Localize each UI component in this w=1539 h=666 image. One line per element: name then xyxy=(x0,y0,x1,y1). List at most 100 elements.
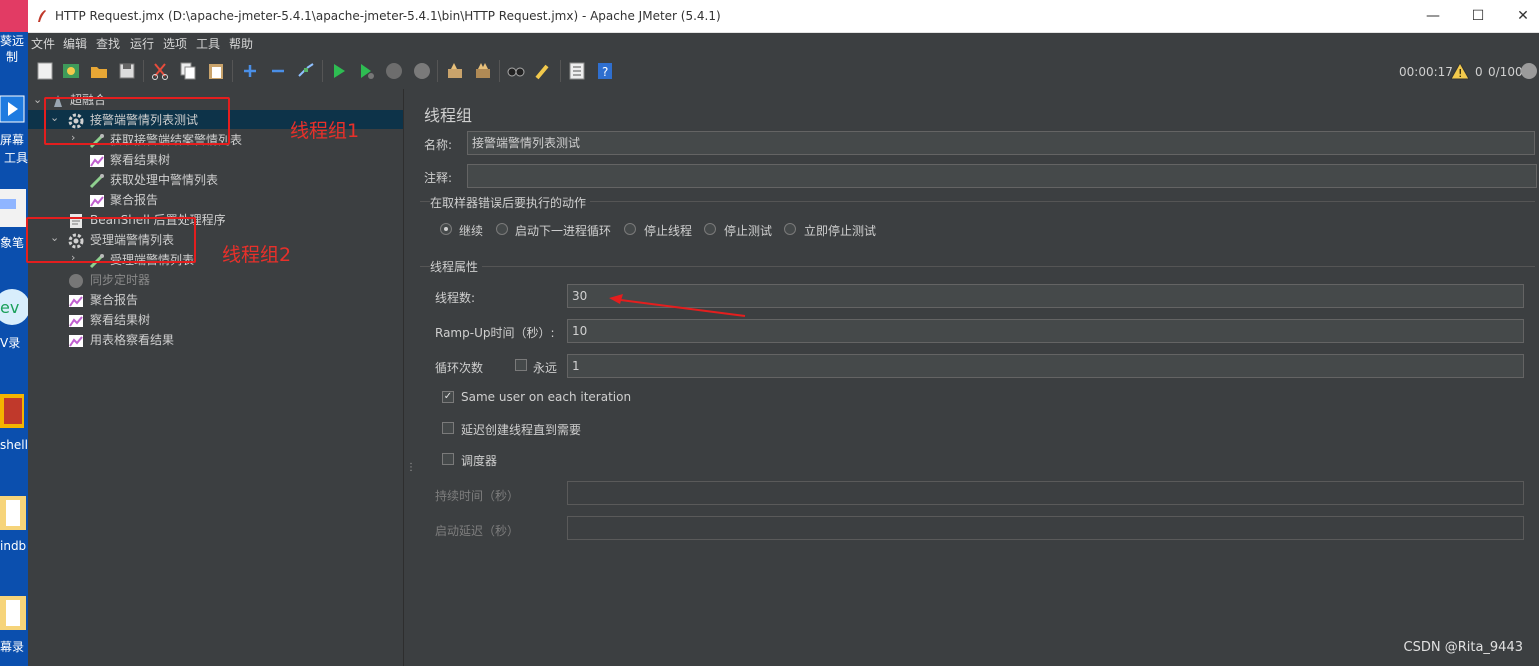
annotation-box xyxy=(44,97,230,145)
screen-recorder-icon[interactable] xyxy=(0,92,28,128)
menu-tools[interactable]: 工具 xyxy=(196,35,220,52)
loop-label: 循环次数 xyxy=(435,361,484,375)
help-icon[interactable]: ? xyxy=(595,61,615,81)
threads-label: 线程数: xyxy=(435,291,476,305)
expand-icon[interactable] xyxy=(240,61,260,81)
templates-icon[interactable] xyxy=(61,61,81,81)
tree-item-listener[interactable]: 用表格察看结果 xyxy=(90,330,174,350)
tree-item-timer[interactable]: 同步定时器 xyxy=(90,270,150,290)
pipette-icon xyxy=(89,173,104,189)
panel-title: 线程组 xyxy=(424,106,473,125)
tree-item-listener[interactable]: 聚合报告 xyxy=(90,290,138,310)
copy-icon[interactable] xyxy=(178,61,198,81)
toolbar-separator xyxy=(499,60,500,82)
duration-label: 持续时间（秒） xyxy=(435,489,520,503)
scheduler-checkbox[interactable] xyxy=(442,453,454,465)
annotation-box xyxy=(26,217,196,263)
close-button[interactable]: ✕ xyxy=(1500,0,1539,32)
comment-field[interactable] xyxy=(467,164,1537,188)
menu-edit[interactable]: 编辑 xyxy=(63,35,87,52)
stop-icon[interactable] xyxy=(384,61,404,81)
search-icon[interactable] xyxy=(506,61,526,81)
menu-file[interactable]: 文件 xyxy=(31,35,55,52)
folder-icon[interactable] xyxy=(0,490,28,536)
function-helper-icon[interactable] xyxy=(567,61,587,81)
desktop-label: 屏幕 xyxy=(0,133,25,147)
toolbar-separator xyxy=(437,60,438,82)
desktop-label: V录 xyxy=(0,336,21,350)
open-icon[interactable] xyxy=(89,61,109,81)
folder-icon[interactable] xyxy=(0,590,28,636)
xshell-icon[interactable] xyxy=(0,388,28,434)
timer-icon xyxy=(68,273,83,288)
desktop-label: 工具 xyxy=(4,151,28,165)
radio-stop-test[interactable] xyxy=(704,223,716,235)
name-label: 名称: xyxy=(424,138,453,152)
toolbar-separator xyxy=(560,60,561,82)
menu-help[interactable]: 帮助 xyxy=(229,35,253,52)
desktop-app-icon[interactable] xyxy=(0,0,28,32)
rampup-field[interactable]: 10 xyxy=(567,319,1524,343)
paste-icon[interactable] xyxy=(206,61,226,81)
tree-item-sampler[interactable]: 获取处理中警情列表 xyxy=(110,170,218,190)
desktop-label: indb xyxy=(0,539,27,553)
maximize-button[interactable]: ☐ xyxy=(1455,0,1501,32)
radio-start-next-loop[interactable] xyxy=(496,223,508,235)
delay-thread-label: 延迟创建线程直到需要 xyxy=(461,423,582,437)
start-no-pauses-icon[interactable] xyxy=(357,61,377,81)
desktop-label: 幕录 xyxy=(0,640,25,654)
same-user-label: Same user on each iteration xyxy=(461,390,632,404)
startup-delay-label: 启动延迟（秒） xyxy=(435,524,520,538)
tree-item-listener[interactable]: 察看结果树 xyxy=(110,150,170,170)
minimize-button[interactable]: — xyxy=(1410,0,1456,32)
desktop-label: 葵远 xyxy=(0,34,25,48)
cut-icon[interactable] xyxy=(150,61,170,81)
comment-label: 注释: xyxy=(424,171,453,185)
save-icon[interactable] xyxy=(117,61,137,81)
radio-stop-test-now[interactable] xyxy=(784,223,796,235)
collapse-icon[interactable] xyxy=(268,61,288,81)
menu-options[interactable]: 选项 xyxy=(163,35,187,52)
forever-checkbox[interactable] xyxy=(515,359,527,371)
ev-recorder-icon[interactable]: ev xyxy=(0,285,28,331)
toggle-icon[interactable] xyxy=(296,61,316,81)
radio-label: 启动下一进程循环 xyxy=(515,224,612,238)
window-title: HTTP Request.jmx (D:\apache-jmeter-5.4.1… xyxy=(55,9,721,23)
tree-item-listener[interactable]: 聚合报告 xyxy=(110,190,158,210)
tree-item-listener[interactable]: 察看结果树 xyxy=(90,310,150,330)
svg-text:ev: ev xyxy=(0,298,19,317)
warning-icon[interactable]: ! xyxy=(1450,61,1470,85)
radio-stop-thread[interactable] xyxy=(624,223,636,235)
note-app-icon[interactable] xyxy=(0,185,28,231)
same-user-checkbox[interactable]: ✓ xyxy=(442,391,454,403)
jmeter-feather-icon xyxy=(36,8,48,27)
startup-delay-field[interactable] xyxy=(567,516,1524,540)
clear-icon[interactable] xyxy=(445,61,465,81)
clear-all-icon[interactable] xyxy=(473,61,493,81)
duration-field[interactable] xyxy=(567,481,1524,505)
thread-count: 0/100 xyxy=(1488,65,1523,79)
loop-field[interactable]: 1 xyxy=(567,354,1524,378)
error-action-title: 在取样器错误后要执行的动作 xyxy=(430,194,591,211)
radio-label: 立即停止测试 xyxy=(804,224,877,238)
name-field[interactable]: 接警端警情列表测试 xyxy=(467,131,1535,155)
start-icon[interactable] xyxy=(329,61,349,81)
forever-label: 永远 xyxy=(533,361,558,375)
menu-run[interactable]: 运行 xyxy=(130,35,154,52)
menu-bar xyxy=(28,33,1539,53)
toolbar-separator xyxy=(232,60,233,82)
thread-props-title: 线程属性 xyxy=(430,258,483,275)
delay-thread-checkbox[interactable] xyxy=(442,422,454,434)
menu-search[interactable]: 查找 xyxy=(96,35,120,52)
new-icon[interactable] xyxy=(35,61,55,81)
shutdown-icon[interactable] xyxy=(412,61,432,81)
toolbar-separator xyxy=(322,60,323,82)
annotation-label: 线程组1 xyxy=(290,120,360,142)
radio-continue[interactable] xyxy=(440,223,452,235)
chart-icon xyxy=(89,153,104,167)
warning-count: 0 xyxy=(1475,65,1483,79)
svg-text:!: ! xyxy=(1458,67,1462,80)
reset-search-icon[interactable] xyxy=(534,61,554,81)
chart-icon xyxy=(68,333,83,347)
chevron-down-icon[interactable]: ⌄ xyxy=(33,93,42,106)
